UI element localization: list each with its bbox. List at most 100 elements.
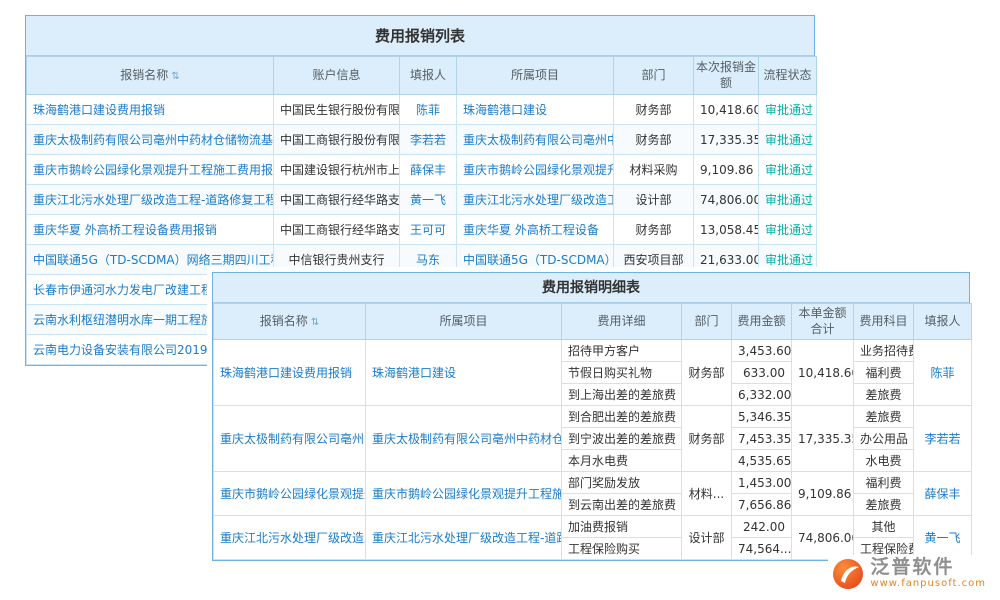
project-link[interactable]: 重庆市鹅岭公园绿化景观提升工程施工 (366, 472, 562, 516)
total-amount-cell: 9,109.86 (792, 472, 854, 516)
expense-name-link[interactable]: 重庆江北污水处理厂级改造工程-道路修复工程费用... (27, 185, 274, 215)
project-link[interactable]: 中国联通5G（TD-SCDMA）网... (457, 245, 614, 275)
account-cell: 中国工商银行经华路支行 (274, 185, 400, 215)
fanpu-logo-icon (832, 558, 864, 590)
project-link[interactable]: 重庆华夏 外高桥工程设备 (457, 215, 614, 245)
status-badge[interactable]: 审批通过 (759, 155, 817, 185)
dept-cell: 材料... (682, 472, 732, 516)
detail-col-name[interactable]: 报销名称⇅ (214, 304, 366, 340)
dept-cell: 财务部 (682, 340, 732, 406)
subject-cell: 办公用品 (854, 428, 914, 450)
amount-cell: 13,058.45 (694, 215, 759, 245)
detail-col-total: 本单金额合计 (792, 304, 854, 340)
detail-col-subject: 费用科目 (854, 304, 914, 340)
expense-name-link[interactable]: 珠海鹤港口建设费用报销 (214, 340, 366, 406)
dept-cell: 财务部 (614, 215, 694, 245)
detail-amount-cell: 242.00 (732, 516, 792, 538)
status-badge[interactable]: 审批通过 (759, 185, 817, 215)
project-link[interactable]: 珠海鹤港口建设 (366, 340, 562, 406)
detail-amount-cell: 6,332.00 (732, 384, 792, 406)
total-amount-cell: 10,418.60 (792, 340, 854, 406)
dept-cell: 西安项目部 (614, 245, 694, 275)
sort-icon: ⇅ (311, 316, 319, 329)
filler-link[interactable]: 陈菲 (914, 340, 972, 406)
detail-col-project: 所属项目 (366, 304, 562, 340)
detail-amount-cell: 74,564... (732, 538, 792, 560)
table-row: 重庆华夏 外高桥工程设备费用报销 中国工商银行经华路支行 王可可 重庆华夏 外高… (27, 215, 817, 245)
subject-cell: 其他 (854, 516, 914, 538)
filler-link[interactable]: 李若若 (914, 406, 972, 472)
detail-amount-cell: 633.00 (732, 362, 792, 384)
filler-link[interactable]: 马东 (400, 245, 457, 275)
expense-name-link[interactable]: 重庆市鹅岭公园绿化景观提升工程施工费用报销 (27, 155, 274, 185)
subject-cell: 水电费 (854, 450, 914, 472)
amount-cell: 17,335.35 (694, 125, 759, 155)
table-row: 重庆太极制药有限公司亳州中药材 重庆太极制药有限公司亳州中药材仓储物流 到合肥出… (214, 406, 972, 428)
sort-icon: ⇅ (171, 70, 179, 83)
list-col-name-label: 报销名称 (120, 68, 168, 82)
table-row: 中国联通5G（TD-SCDMA）网络三期四川工程费... 中信银行贵州支行 马东… (27, 245, 817, 275)
project-link[interactable]: 重庆太极制药有限公司亳州中... (457, 125, 614, 155)
filler-link[interactable]: 黄一飞 (400, 185, 457, 215)
expense-name-link[interactable]: 珠海鹤港口建设费用报销 (27, 95, 274, 125)
account-cell: 中国工商银行股份有限 (274, 125, 400, 155)
detail-col-dept: 部门 (682, 304, 732, 340)
project-link[interactable]: 重庆市鹅岭公园绿化景观提升... (457, 155, 614, 185)
detail-amount-cell: 7,453.35 (732, 428, 792, 450)
detail-header-row: 报销名称⇅ 所属项目 费用详细 部门 费用金额 本单金额合计 费用科目 填报人 (214, 304, 972, 340)
table-row: 重庆太极制药有限公司亳州中药材仓储物流基地项... 中国工商银行股份有限 李若若… (27, 125, 817, 155)
status-badge[interactable]: 审批通过 (759, 125, 817, 155)
expense-name-link[interactable]: 重庆市鹅岭公园绿化景观提升工程 (214, 472, 366, 516)
dept-cell: 财务部 (614, 125, 694, 155)
account-cell: 中国建设银行杭州市上... (274, 155, 400, 185)
status-badge[interactable]: 审批通过 (759, 245, 817, 275)
list-col-account: 账户信息 (274, 57, 400, 95)
dept-cell: 财务部 (682, 406, 732, 472)
amount-cell: 74,806.00 (694, 185, 759, 215)
detail-amount-cell: 4,535.65 (732, 450, 792, 472)
expense-name-link[interactable]: 重庆江北污水处理厂级改造工程- (214, 516, 366, 560)
status-badge[interactable]: 审批通过 (759, 215, 817, 245)
detail-item-cell: 招待甲方客户 (562, 340, 682, 362)
project-link[interactable]: 重庆太极制药有限公司亳州中药材仓储物流 (366, 406, 562, 472)
amount-cell: 10,418.60 (694, 95, 759, 125)
filler-link[interactable]: 李若若 (400, 125, 457, 155)
project-link[interactable]: 重庆江北污水处理厂级改造工程-道路修复工 (366, 516, 562, 560)
subject-cell: 业务招待费 (854, 340, 914, 362)
status-badge[interactable]: 审批通过 (759, 95, 817, 125)
expense-name-link[interactable]: 中国联通5G（TD-SCDMA）网络三期四川工程费... (27, 245, 274, 275)
detail-item-cell: 到云南出差的差旅费 (562, 494, 682, 516)
detail-amount-cell: 5,346.35 (732, 406, 792, 428)
table-row: 重庆江北污水处理厂级改造工程-道路修复工程费用... 中国工商银行经华路支行 黄… (27, 185, 817, 215)
amount-cell: 9,109.86 (694, 155, 759, 185)
filler-link[interactable]: 黄一飞 (914, 516, 972, 560)
dept-cell: 材料采购 (614, 155, 694, 185)
detail-col-filler: 填报人 (914, 304, 972, 340)
total-amount-cell: 17,335.35 (792, 406, 854, 472)
expense-name-link[interactable]: 重庆华夏 外高桥工程设备费用报销 (27, 215, 274, 245)
list-col-dept: 部门 (614, 57, 694, 95)
filler-link[interactable]: 薛保丰 (914, 472, 972, 516)
detail-amount-cell: 1,453.00 (732, 472, 792, 494)
fanpu-logo: 泛普软件 www.fanpusoft.com (828, 555, 990, 592)
project-link[interactable]: 重庆江北污水处理厂级改造工... (457, 185, 614, 215)
detail-amount-cell: 7,656.86 (732, 494, 792, 516)
amount-cell: 21,633.00 (694, 245, 759, 275)
filler-link[interactable]: 王可可 (400, 215, 457, 245)
table-row: 重庆江北污水处理厂级改造工程- 重庆江北污水处理厂级改造工程-道路修复工 加油费… (214, 516, 972, 538)
expense-name-link[interactable]: 重庆太极制药有限公司亳州中药材仓储物流基地项... (27, 125, 274, 155)
project-link[interactable]: 珠海鹤港口建设 (457, 95, 614, 125)
filler-link[interactable]: 陈菲 (400, 95, 457, 125)
dept-cell: 设计部 (614, 185, 694, 215)
filler-link[interactable]: 薛保丰 (400, 155, 457, 185)
detail-item-cell: 本月水电费 (562, 450, 682, 472)
expense-name-link[interactable]: 重庆太极制药有限公司亳州中药材 (214, 406, 366, 472)
expense-detail-table: 报销名称⇅ 所属项目 费用详细 部门 费用金额 本单金额合计 费用科目 填报人 … (213, 303, 972, 560)
detail-col-item: 费用详细 (562, 304, 682, 340)
subject-cell: 福利费 (854, 472, 914, 494)
subject-cell: 福利费 (854, 362, 914, 384)
subject-cell: 差旅费 (854, 406, 914, 428)
list-col-project: 所属项目 (457, 57, 614, 95)
list-col-name[interactable]: 报销名称⇅ (27, 57, 274, 95)
detail-item-cell: 工程保险购买 (562, 538, 682, 560)
